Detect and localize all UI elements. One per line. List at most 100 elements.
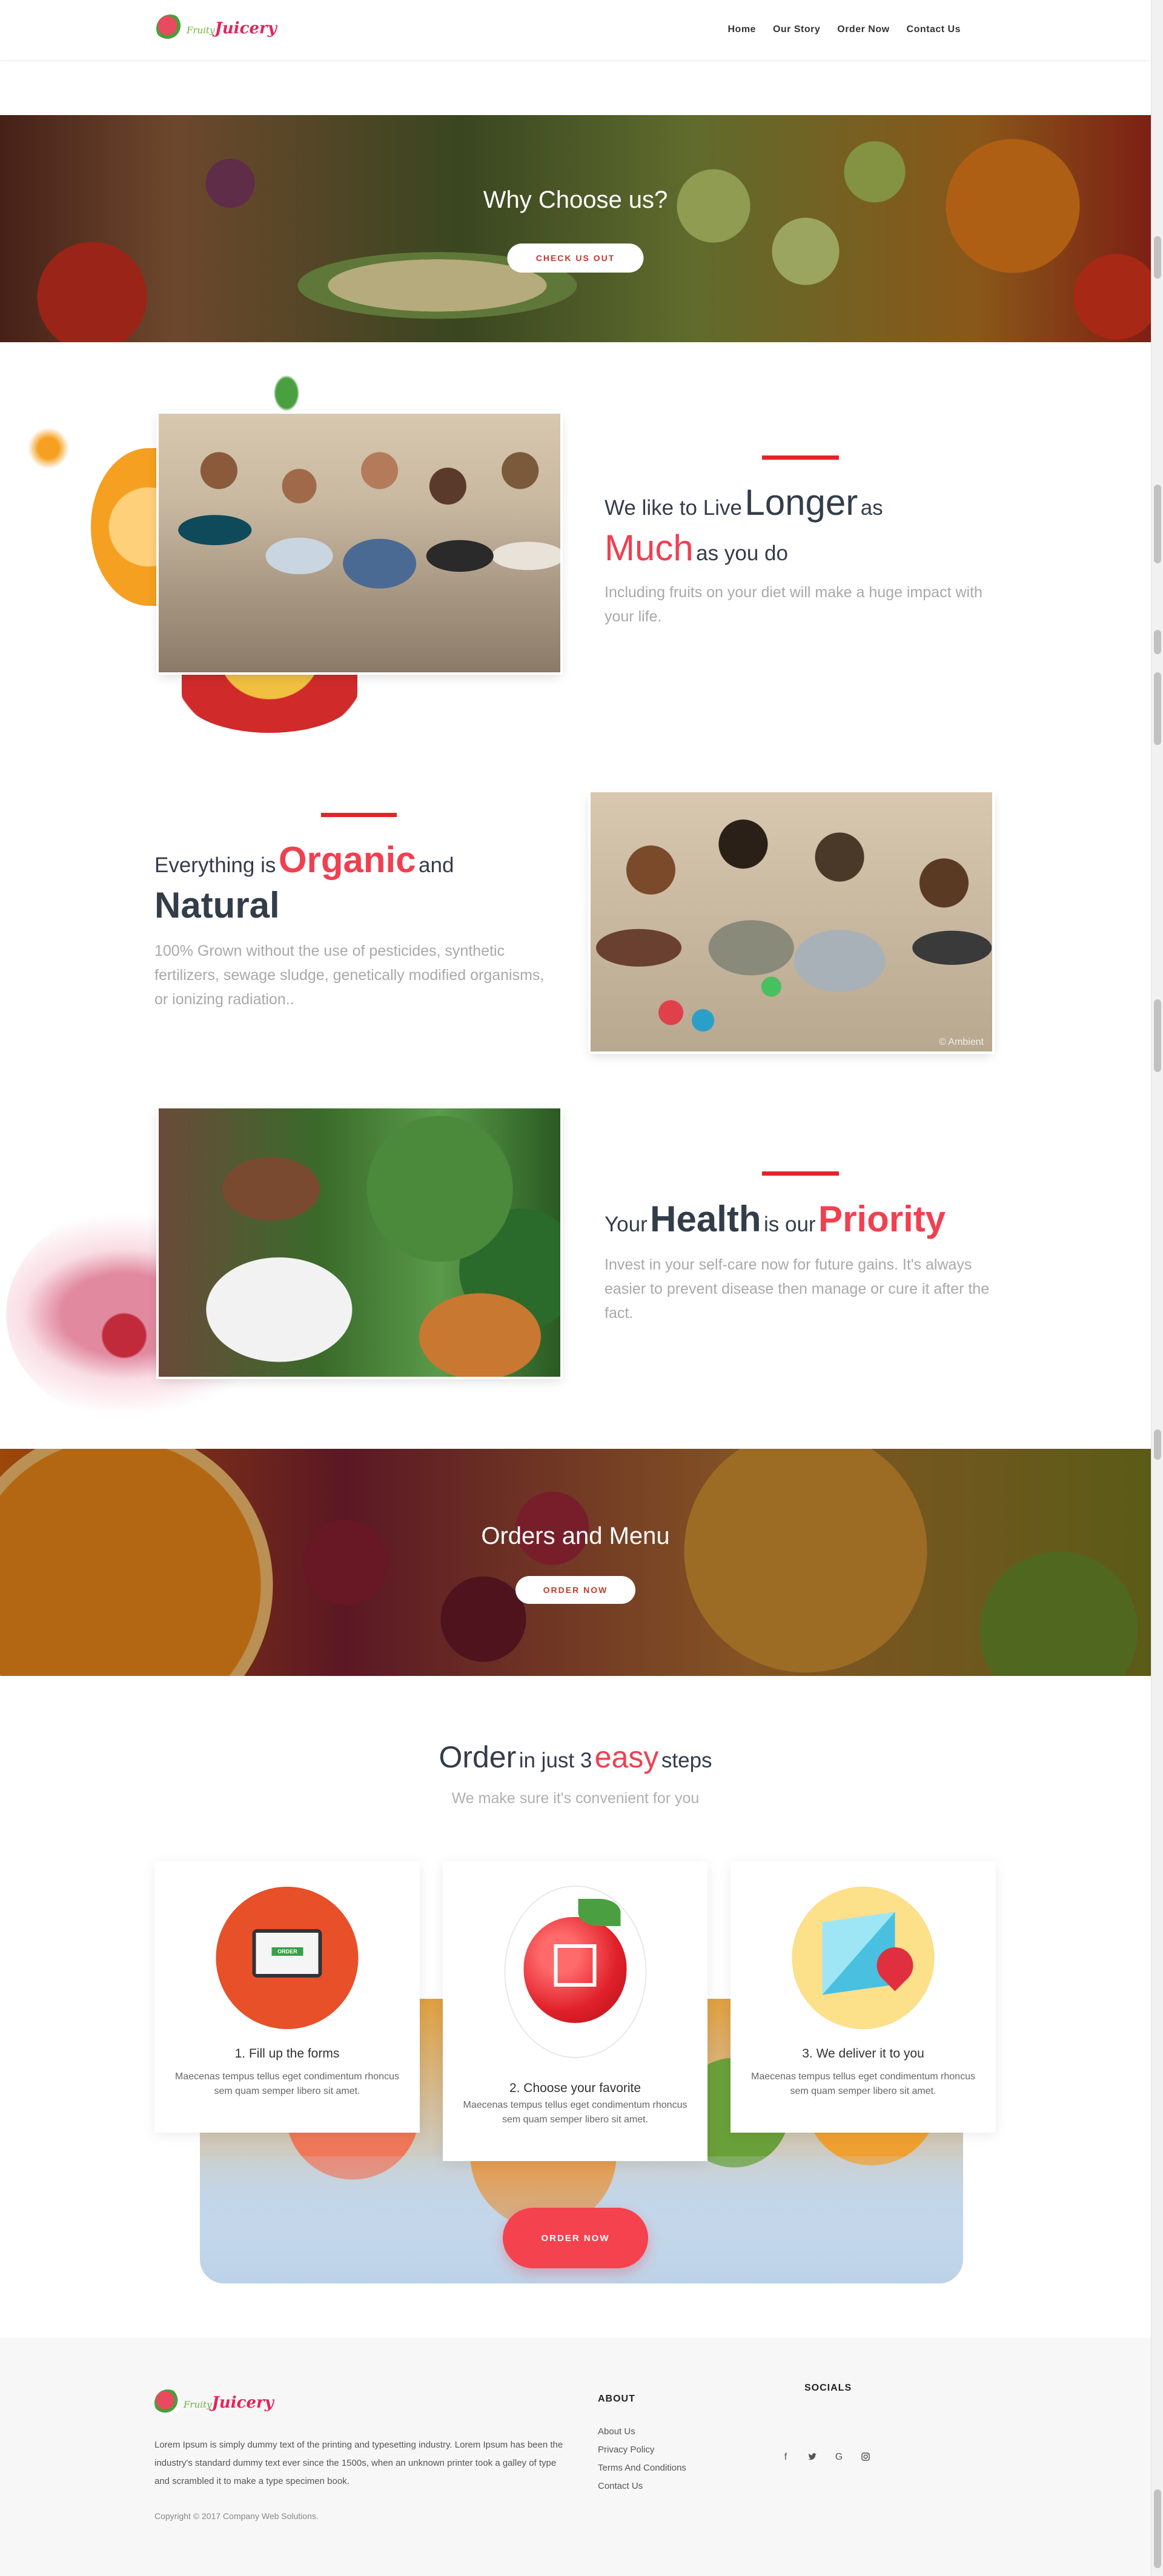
heading-text: in just 3 bbox=[519, 1749, 592, 1772]
apple-check-icon bbox=[504, 1886, 646, 2058]
footer-link-privacy-policy[interactable]: Privacy Policy bbox=[598, 2445, 686, 2455]
logo-text-juicery: Juicery bbox=[214, 19, 277, 38]
step-text: Maecenas tempus tellus eget condimentum … bbox=[751, 2071, 975, 2096]
heading-text: Order bbox=[439, 1740, 517, 1774]
step-text: Maecenas tempus tellus eget condimentum … bbox=[463, 2100, 688, 2125]
step-title: 3. We deliver it to you bbox=[802, 2047, 924, 2061]
site-header: FruityJuicery Home Our Story Order Now C… bbox=[0, 0, 1151, 61]
step-card-2: 2. Choose your favorite Maecenas tempus … bbox=[443, 1861, 707, 2161]
footer-socials: f G bbox=[780, 2452, 871, 2465]
logo-text: FruityJuicery bbox=[187, 19, 277, 38]
footer-logo[interactable]: FruityJuicery bbox=[154, 2389, 274, 2416]
order-now-banner-button[interactable]: ORDER NOW bbox=[515, 1576, 635, 1604]
heading-text: as you do bbox=[696, 541, 788, 565]
nav-contact-us[interactable]: Contact Us bbox=[907, 24, 961, 35]
checkbox-shape bbox=[554, 1944, 596, 1987]
scrollbar-thumb[interactable] bbox=[1154, 672, 1161, 745]
heading-text: We like to Live bbox=[605, 496, 742, 520]
photo-watermark: © Ambient bbox=[938, 1037, 984, 1047]
logo-text-fruity: Fruity bbox=[187, 25, 215, 36]
logo-text: FruityJuicery bbox=[184, 2394, 274, 2412]
heading-keyword-priority: Priority bbox=[818, 1199, 946, 1239]
pomegranate-decoration bbox=[97, 1308, 151, 1363]
heading-keyword-much: Much bbox=[605, 528, 694, 568]
footer-copyright: Copyright © 2017 Company Web Solutions. bbox=[154, 2511, 319, 2521]
feature-health-description: Invest in your self-care now for future … bbox=[605, 1256, 990, 1322]
friends-toasting-photo: © Ambient bbox=[591, 792, 992, 1051]
banner-title: Why Choose us? bbox=[483, 187, 668, 213]
heading-text: Your bbox=[605, 1213, 648, 1236]
heading-text: is our bbox=[764, 1213, 816, 1236]
friends-drinking-juice-photo bbox=[159, 414, 560, 672]
tablet-shape: ORDER bbox=[252, 1929, 322, 1978]
feature-longer-description: Including fruits on your diet will make … bbox=[605, 584, 982, 625]
google-icon[interactable]: G bbox=[833, 2452, 844, 2465]
feature-organic-description: 100% Grown without the use of pesticides… bbox=[154, 942, 545, 1008]
page-scrollbar[interactable] bbox=[1151, 0, 1163, 2576]
facebook-icon[interactable]: f bbox=[780, 2452, 791, 2465]
instagram-icon-shape bbox=[861, 2452, 870, 2461]
step-title: 1. Fill up the forms bbox=[234, 2047, 340, 2061]
footer-about-text: Lorem Ipsum is simply dummy text of the … bbox=[154, 2440, 563, 2486]
step-card-1: ORDER 1. Fill up the forms Maecenas temp… bbox=[154, 1861, 420, 2133]
feature-organic-heading: Everything is Organic and Natural bbox=[154, 837, 566, 928]
footer-link-about-us[interactable]: About Us bbox=[598, 2426, 686, 2437]
scrollbar-thumb[interactable] bbox=[1154, 1429, 1161, 1460]
tablet-screen: ORDER bbox=[256, 1933, 319, 1974]
heading-keyword-natural: Natural bbox=[154, 885, 280, 925]
heading-text: steps bbox=[661, 1749, 712, 1772]
footer-link-contact-us[interactable]: Contact Us bbox=[598, 2481, 686, 2491]
heading-keyword-easy: easy bbox=[594, 1740, 659, 1774]
main-nav: Home Our Story Order Now Contact Us bbox=[728, 24, 961, 35]
accent-line bbox=[762, 455, 839, 460]
heading-keyword-longer: Longer bbox=[744, 482, 858, 523]
step-title: 2. Choose your favorite bbox=[509, 2081, 641, 2095]
woman-drinking-juice-photo bbox=[159, 1108, 560, 1377]
leaf-decoration bbox=[271, 372, 302, 414]
steps-heading: Order in just 3 easy steps bbox=[0, 1740, 1151, 1775]
nav-our-story[interactable]: Our Story bbox=[773, 24, 820, 35]
steps-subtitle: We make sure it's convenient for you bbox=[451, 1790, 700, 1807]
heading-keyword-organic: Organic bbox=[278, 839, 416, 880]
step-card-3: 3. We deliver it to you Maecenas tempus … bbox=[731, 1861, 996, 2133]
accent-line bbox=[321, 813, 397, 817]
order-badge: ORDER bbox=[271, 1947, 303, 1956]
twitter-icon[interactable] bbox=[807, 2452, 818, 2465]
instagram-icon[interactable] bbox=[860, 2452, 871, 2465]
apple-leaf-shape bbox=[578, 1899, 620, 1926]
logo-text-juicery: Juicery bbox=[211, 2394, 274, 2412]
accent-line bbox=[762, 1171, 839, 1176]
scrollbar-thumb[interactable] bbox=[1154, 485, 1161, 563]
watermelon-logo-icon bbox=[154, 2389, 181, 2416]
feature-longer-heading: We like to Live Longer as Much as you do bbox=[605, 480, 1029, 571]
footer-about-title: ABOUT bbox=[598, 2394, 635, 2404]
scrollbar-thumb[interactable] bbox=[1154, 2489, 1161, 2568]
order-now-button[interactable]: ORDER NOW bbox=[503, 2208, 648, 2268]
twitter-icon-shape bbox=[808, 2453, 817, 2460]
step-text: Maecenas tempus tellus eget condimentum … bbox=[175, 2071, 399, 2096]
tablet-order-icon: ORDER bbox=[216, 1887, 359, 2029]
heading-text: Everything is bbox=[154, 853, 276, 877]
feature-health-heading: Your Health is our Priority bbox=[605, 1196, 1041, 1242]
footer-links: About Us Privacy Policy Terms And Condit… bbox=[598, 2426, 686, 2491]
logo[interactable]: FruityJuicery bbox=[156, 13, 277, 44]
footer-socials-title: SOCIALS bbox=[804, 2383, 852, 2393]
nav-home[interactable]: Home bbox=[728, 24, 756, 35]
watermelon-logo-icon bbox=[156, 15, 184, 42]
check-us-out-button[interactable]: CHECK US OUT bbox=[507, 243, 644, 273]
scrollbar-thumb[interactable] bbox=[1154, 999, 1161, 1072]
orders-menu-banner: Orders and Menu ORDER NOW bbox=[0, 1449, 1151, 1676]
scrollbar-thumb[interactable] bbox=[1154, 630, 1161, 654]
footer-link-terms[interactable]: Terms And Conditions bbox=[598, 2463, 686, 2473]
apple-shape bbox=[523, 1917, 626, 2023]
heading-text: and bbox=[419, 853, 454, 877]
heading-keyword-health: Health bbox=[650, 1199, 761, 1239]
juice-splash-decoration bbox=[24, 424, 73, 472]
why-choose-banner: Why Choose us? CHECK US OUT bbox=[0, 115, 1151, 342]
logo-text-fruity: Fruity bbox=[184, 2399, 212, 2410]
scrollbar-thumb[interactable] bbox=[1154, 236, 1161, 279]
box-location-icon bbox=[792, 1887, 935, 2029]
banner-title: Orders and Menu bbox=[481, 1523, 670, 1549]
heading-text: as bbox=[860, 496, 883, 520]
nav-order-now[interactable]: Order Now bbox=[837, 24, 889, 35]
